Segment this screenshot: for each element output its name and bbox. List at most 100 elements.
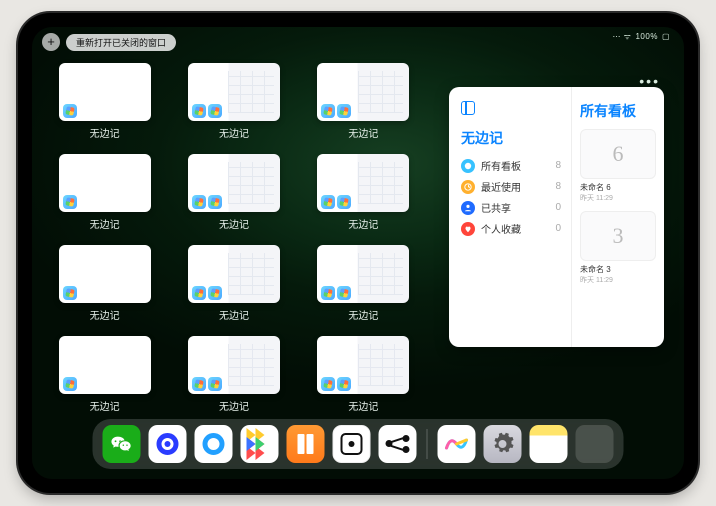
- freeform-app-icon: [208, 195, 222, 209]
- all-boards-icon: [461, 159, 475, 173]
- dock-app-wechat[interactable]: [103, 425, 141, 463]
- sidebar-item-count: 8: [555, 160, 561, 171]
- window-thumbnail: [317, 154, 409, 212]
- window-thumbnail: [59, 63, 151, 121]
- ellipsis-icon[interactable]: •••: [639, 73, 660, 89]
- freeform-app-icon: [63, 286, 77, 300]
- boards-panel-title: 所有看板: [580, 101, 656, 121]
- freeform-app-icon: [337, 104, 351, 118]
- app-window-card[interactable]: 无边记: [183, 336, 284, 413]
- board-item[interactable]: 3 未命名 3 昨天 11:29: [580, 211, 656, 285]
- board-time: 昨天 11:29: [580, 275, 656, 285]
- freeform-app-icon: [321, 286, 335, 300]
- freeform-sidebar: 无边记 所有看板 8 最近使用 8 已共享 0: [449, 87, 572, 347]
- board-name: 未命名 3: [580, 264, 656, 275]
- window-label: 无边记: [348, 125, 378, 140]
- window-label: 无边记: [348, 216, 378, 231]
- window-label: 无边记: [219, 307, 249, 322]
- window-thumbnail: [59, 154, 151, 212]
- reopen-closed-window-button[interactable]: 重新打开已关闭的窗口: [66, 34, 176, 51]
- window-thumbnail: [188, 63, 280, 121]
- window-thumbnail: [59, 336, 151, 394]
- dock: [93, 419, 624, 469]
- freeform-app-icon: [321, 104, 335, 118]
- window-thumbnail: [317, 63, 409, 121]
- window-label: 无边记: [348, 398, 378, 413]
- dock-app-books[interactable]: [287, 425, 325, 463]
- freeform-app-card[interactable]: ••• 无边记 所有看板 8 最近使用 8 已共享 0: [449, 87, 664, 347]
- dock-app-qqbrowser[interactable]: [195, 425, 233, 463]
- dock-app-play[interactable]: [241, 425, 279, 463]
- freeform-app-icon: [208, 286, 222, 300]
- heart-icon: [461, 222, 475, 236]
- top-pill-bar: + 重新打开已关闭的窗口: [42, 33, 176, 51]
- sidebar-item-label: 个人收藏: [481, 221, 521, 236]
- window-thumbnail: [188, 154, 280, 212]
- sidebar-title: 无边记: [461, 128, 561, 148]
- app-window-card[interactable]: 无边记: [313, 154, 414, 231]
- window-thumbnail: [317, 336, 409, 394]
- battery-icon: ▢: [662, 32, 670, 41]
- dock-app-notes[interactable]: [530, 425, 568, 463]
- freeform-app-icon: [208, 104, 222, 118]
- dock-app-graph[interactable]: [379, 425, 417, 463]
- window-label: 无边记: [90, 307, 120, 322]
- freeform-app-icon: [192, 104, 206, 118]
- app-window-card[interactable]: 无边记: [313, 63, 414, 140]
- freeform-app-icon: [337, 195, 351, 209]
- freeform-app-icon: [63, 195, 77, 209]
- freeform-app-icon: [321, 377, 335, 391]
- boards-panel: 所有看板 6 未命名 6 昨天 11:29 3 未命名 3 昨天 11:29: [572, 87, 664, 347]
- freeform-app-icon: [63, 104, 77, 118]
- new-window-button[interactable]: +: [42, 33, 60, 51]
- app-window-card[interactable]: 无边记: [54, 336, 155, 413]
- app-window-card[interactable]: 无边记: [313, 336, 414, 413]
- app-window-card[interactable]: 无边记: [183, 154, 284, 231]
- sidebar-item-all[interactable]: 所有看板 8: [461, 158, 561, 173]
- status-bar: ⋯ ᯤ 100% ▢: [612, 31, 670, 42]
- sidebar-item-label: 所有看板: [481, 158, 521, 173]
- sidebar-item-label: 已共享: [481, 200, 511, 215]
- app-window-card[interactable]: 无边记: [313, 245, 414, 322]
- board-thumbnail: 3: [580, 211, 656, 261]
- window-label: 无边记: [90, 398, 120, 413]
- sidebar-item-shared[interactable]: 已共享 0: [461, 200, 561, 215]
- freeform-app-icon: [63, 377, 77, 391]
- window-label: 无边记: [219, 398, 249, 413]
- window-thumbnail: [59, 245, 151, 303]
- app-window-card[interactable]: 无边记: [54, 63, 155, 140]
- app-window-card[interactable]: 无边记: [54, 154, 155, 231]
- freeform-app-icon: [192, 377, 206, 391]
- sidebar-item-label: 最近使用: [481, 179, 521, 194]
- ipad-frame: ⋯ ᯤ 100% ▢ + 重新打开已关闭的窗口 无边记无边记无边记无边记无边记无…: [18, 13, 698, 493]
- dock-app-settings[interactable]: [484, 425, 522, 463]
- dock-app-folder[interactable]: [576, 425, 614, 463]
- freeform-app-icon: [337, 377, 351, 391]
- app-window-card[interactable]: 无边记: [183, 63, 284, 140]
- freeform-app-icon: [337, 286, 351, 300]
- app-window-card[interactable]: 无边记: [54, 245, 155, 322]
- dock-app-freeform[interactable]: [438, 425, 476, 463]
- window-thumbnail: [188, 245, 280, 303]
- freeform-app-icon: [321, 195, 335, 209]
- wifi-icon: ⋯ ᯤ: [612, 31, 631, 42]
- window-label: 无边记: [219, 125, 249, 140]
- sidebar-toggle-icon[interactable]: [461, 101, 475, 115]
- board-item[interactable]: 6 未命名 6 昨天 11:29: [580, 129, 656, 203]
- sidebar-item-count: 8: [555, 181, 561, 192]
- dock-app-quark[interactable]: [149, 425, 187, 463]
- freeform-app-icon: [192, 195, 206, 209]
- freeform-app-icon: [208, 377, 222, 391]
- sidebar-item-recent[interactable]: 最近使用 8: [461, 179, 561, 194]
- dock-app-dice[interactable]: [333, 425, 371, 463]
- sidebar-item-favorites[interactable]: 个人收藏 0: [461, 221, 561, 236]
- window-label: 无边记: [90, 125, 120, 140]
- window-label: 无边记: [219, 216, 249, 231]
- freeform-app-icon: [192, 286, 206, 300]
- app-switcher-grid: 无边记无边记无边记无边记无边记无边记无边记无边记无边记无边记无边记无边记: [54, 63, 414, 413]
- board-time: 昨天 11:29: [580, 193, 656, 203]
- battery-label: 100%: [635, 32, 657, 41]
- dock-divider: [427, 429, 428, 459]
- app-window-card[interactable]: 无边记: [183, 245, 284, 322]
- ipad-screen: ⋯ ᯤ 100% ▢ + 重新打开已关闭的窗口 无边记无边记无边记无边记无边记无…: [32, 27, 684, 479]
